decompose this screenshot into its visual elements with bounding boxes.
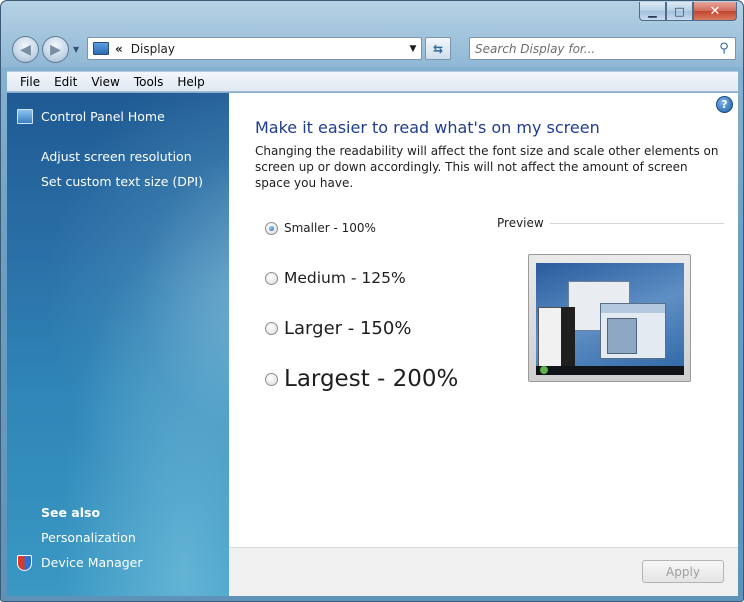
main-content: ? Make it easier to read what's on my sc…: [229, 93, 738, 547]
radio-larger[interactable]: [265, 322, 278, 335]
preview-taskbar: [536, 366, 684, 375]
preview-window-front: [600, 303, 666, 359]
see-also-heading: See also: [41, 505, 101, 520]
page-description: Changing the readability will affect the…: [255, 144, 719, 190]
breadcrumb-display[interactable]: Display: [131, 42, 405, 56]
control-panel-home-link[interactable]: Control Panel Home: [17, 109, 165, 124]
menu-help[interactable]: Help: [170, 75, 211, 89]
display-icon: [93, 42, 109, 55]
breadcrumb-overflow-icon[interactable]: «: [115, 42, 123, 56]
menu-view[interactable]: View: [84, 75, 126, 89]
option-larger-label: Larger - 150%: [284, 318, 412, 339]
option-largest[interactable]: Largest - 200%: [265, 366, 458, 392]
forward-button[interactable]: ▶: [42, 36, 69, 63]
option-largest-label: Largest - 200%: [284, 366, 459, 392]
address-dropdown-icon[interactable]: ▼: [405, 44, 421, 54]
option-medium[interactable]: Medium - 125%: [265, 269, 406, 287]
preview-divider: [547, 223, 724, 224]
menu-tools[interactable]: Tools: [127, 75, 171, 89]
preview-label: Preview: [497, 216, 550, 230]
recent-pages-dropdown-icon[interactable]: ▼: [73, 45, 79, 54]
radio-largest[interactable]: [265, 372, 278, 386]
option-smaller[interactable]: Smaller - 100%: [265, 221, 376, 235]
maximize-button[interactable]: □: [666, 2, 693, 21]
adjust-resolution-link[interactable]: Adjust screen resolution: [41, 149, 192, 164]
menu-file[interactable]: File: [7, 75, 47, 89]
caption-buttons: ▁ □ ✕: [639, 2, 737, 21]
control-panel-icon: [17, 109, 33, 124]
command-bar: Apply: [229, 547, 738, 596]
preview-start-orb-icon: [540, 366, 548, 374]
option-medium-label: Medium - 125%: [284, 269, 406, 287]
control-panel-home-label: Control Panel Home: [41, 109, 165, 124]
preview-window-pane: [607, 318, 637, 354]
preview-monitor-image: [528, 254, 691, 382]
menu-bar: File Edit View Tools Help: [7, 71, 738, 92]
minimize-button[interactable]: ▁: [639, 2, 666, 21]
window-frame: ▁ □ ✕ ◀ ▶ ▼ « Display ▼ ⇆ ⚲ File Edit Vi…: [0, 0, 744, 602]
refresh-button[interactable]: ⇆: [425, 37, 451, 60]
address-bar[interactable]: « Display ▼: [87, 37, 422, 60]
search-icon[interactable]: ⚲: [713, 41, 735, 56]
option-larger[interactable]: Larger - 150%: [265, 318, 411, 339]
personalization-link[interactable]: Personalization: [41, 530, 136, 545]
option-smaller-label: Smaller - 100%: [284, 221, 376, 235]
help-icon[interactable]: ?: [716, 96, 733, 113]
search-input[interactable]: [475, 41, 713, 56]
preview-screen: [536, 263, 684, 375]
menu-edit[interactable]: Edit: [47, 75, 84, 89]
preview-start-menu-right: [561, 307, 575, 367]
task-pane: Control Panel Home Adjust screen resolut…: [7, 93, 229, 596]
shield-icon: [17, 555, 32, 571]
apply-button[interactable]: Apply: [642, 560, 724, 583]
radio-medium[interactable]: [265, 271, 278, 285]
back-button[interactable]: ◀: [12, 36, 39, 63]
close-button[interactable]: ✕: [693, 2, 737, 21]
device-manager-link[interactable]: Device Manager: [41, 555, 143, 570]
page-title: Make it easier to read what's on my scre…: [255, 118, 600, 137]
radio-smaller[interactable]: [265, 221, 278, 235]
search-box[interactable]: ⚲: [469, 37, 736, 60]
custom-text-size-link[interactable]: Set custom text size (DPI): [41, 174, 203, 189]
